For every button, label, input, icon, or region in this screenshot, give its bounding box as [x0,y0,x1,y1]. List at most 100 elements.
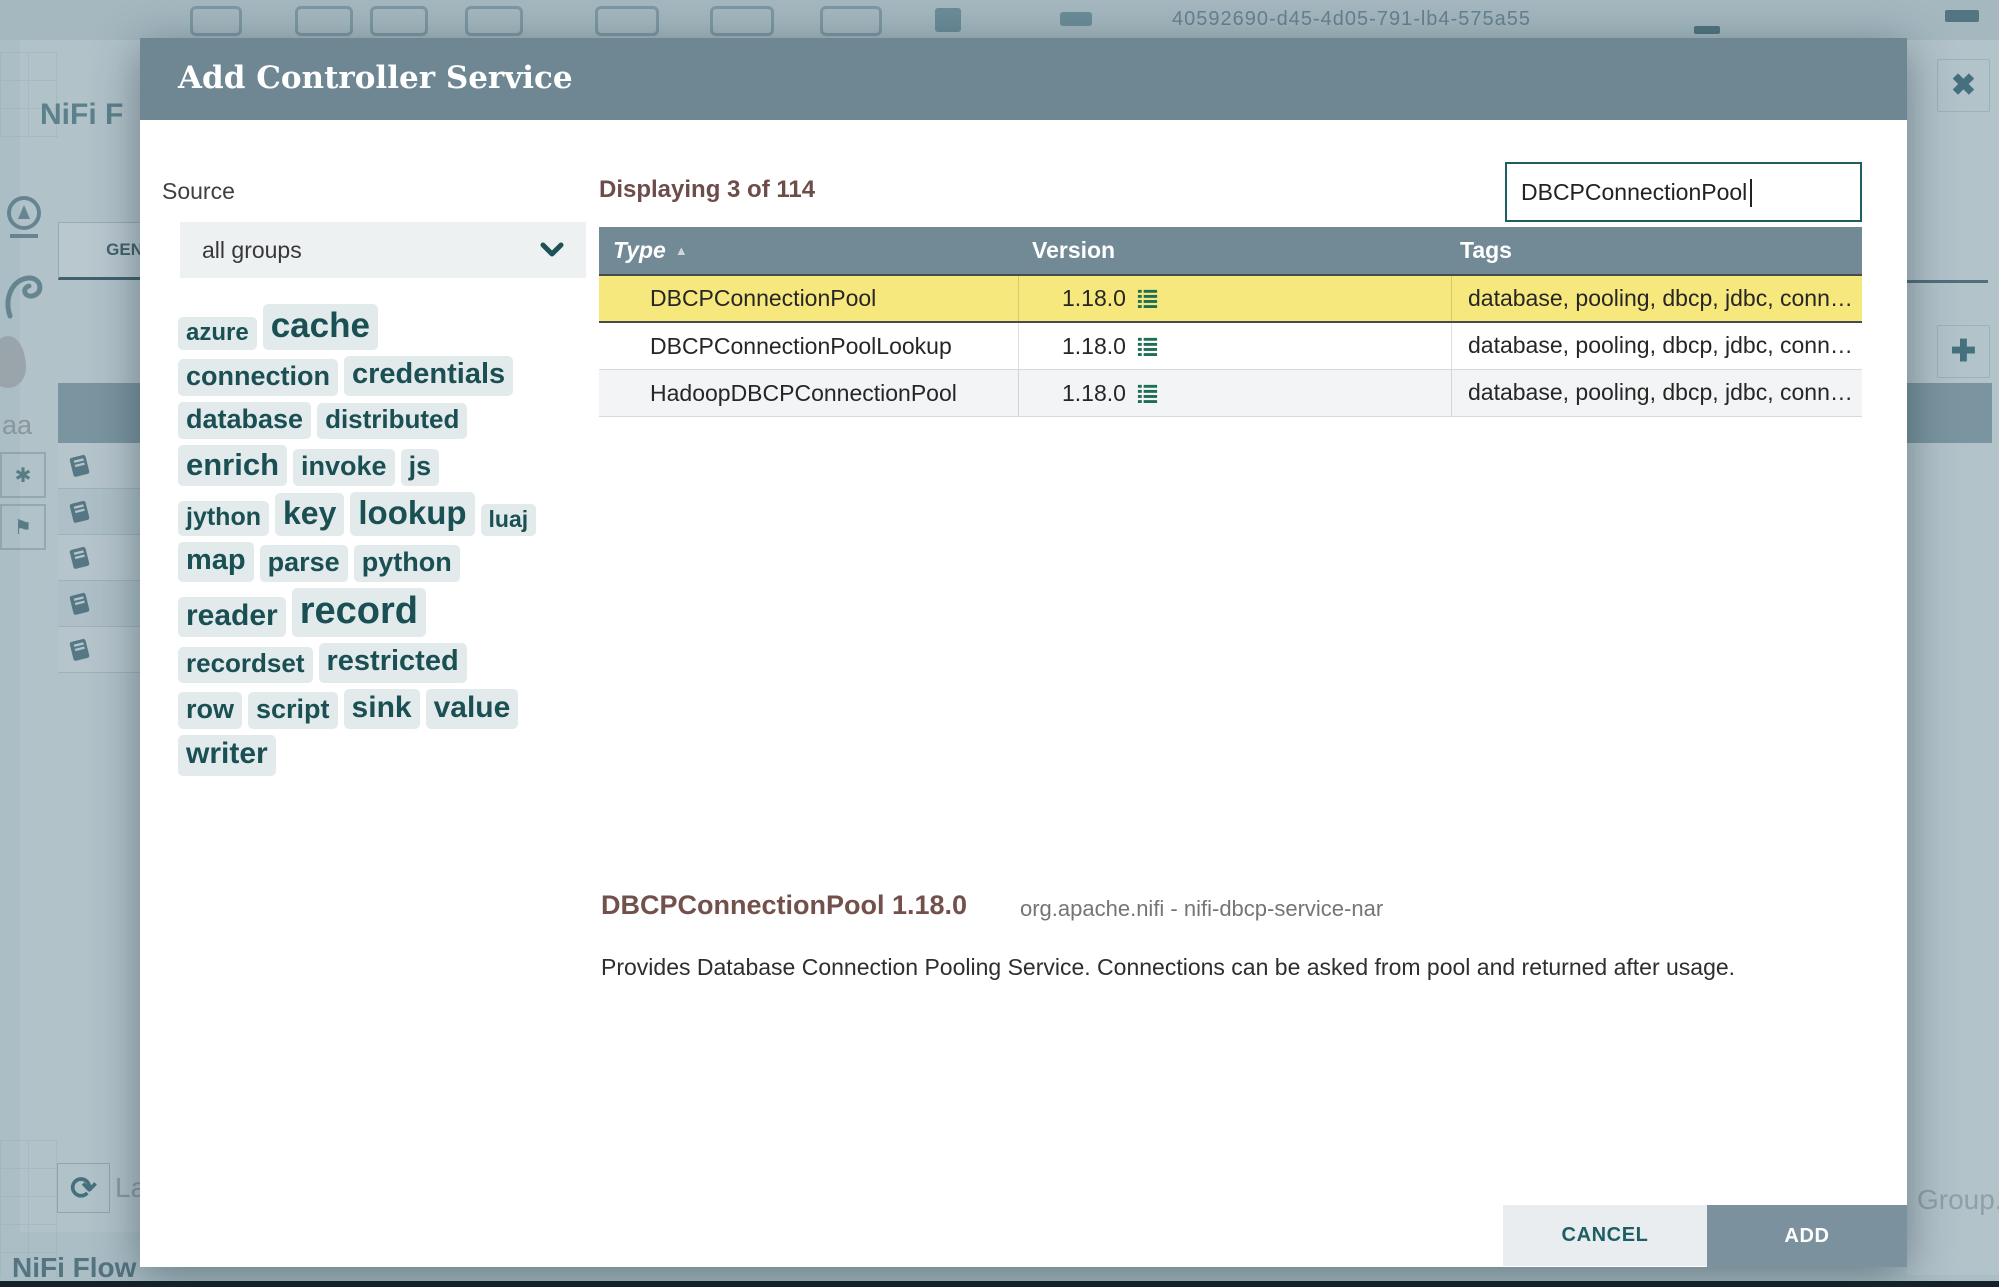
source-label: Source [162,178,235,204]
text-cursor [1750,179,1752,207]
tag-pill-value[interactable]: value [425,688,519,730]
tag-pill-jython[interactable]: jython [178,501,269,537]
zoom-fit-text: aa [2,410,33,440]
service-version-text: 1.18.0 [1062,285,1126,311]
background-add-service-icon: ✚ [1937,325,1990,378]
output-port-icon [370,6,428,36]
toolbar-shape [1060,12,1092,26]
refresh-icon: ⟳ [57,1163,110,1213]
service-version-text: 1.18.0 [1062,332,1126,359]
tag-pill-distributed[interactable]: distributed [317,402,468,439]
tag-pill-row[interactable]: row [178,692,243,730]
service-table-header: Type ▲ Version Tags [599,227,1862,274]
filter-types-input[interactable] [1521,164,1821,220]
background-service-row [58,627,140,673]
column-header-tags[interactable]: Tags [1452,227,1862,274]
service-type-cell: DBCPConnectionPool [599,276,1019,321]
background-service-row [58,581,140,627]
background-service-row [58,535,140,581]
remote-process-group-icon [595,6,659,36]
column-header-version[interactable]: Version [1019,227,1452,274]
cancel-button[interactable]: CANCEL [1503,1205,1707,1266]
tag-pill-reader[interactable]: reader [178,596,286,638]
tag-pill-js[interactable]: js [400,449,440,487]
service-tags-cell: database, pooling, dbcp, jdbc, connec… [1468,285,1862,311]
background-tab-underline [1907,280,1988,283]
column-header-type[interactable]: Type ▲ [599,227,1019,274]
dialog-title: Add Controller Service [178,60,573,96]
tag-pill-record[interactable]: record [291,587,427,638]
bottom-status-strip [0,1281,1999,1287]
tag-pill-parse[interactable]: parse [259,544,348,582]
version-details-icon [1137,337,1158,356]
breadcrumb: NiFi Flow [12,1252,137,1283]
tag-pill-recordset[interactable]: recordset [178,646,313,683]
tag-pill-map[interactable]: map [178,542,254,582]
tag-pill-invoke[interactable]: invoke [293,449,395,487]
color-picker-icon: ✱ [0,452,46,498]
flag-icon: ⚑ [0,504,46,550]
version-details-icon [1137,289,1158,308]
tag-pill-enrich[interactable]: enrich [178,444,288,487]
background-service-rows [58,443,140,673]
sort-ascending-icon: ▲ [674,243,688,258]
tag-pill-database[interactable]: database [178,401,312,439]
service-version-cell: 1.18.0 [1019,370,1452,416]
service-row-DBCPConnectionPoolLookup[interactable]: DBCPConnectionPoolLookup 1.18.0 database, … [599,323,1862,370]
label-icon [935,8,961,32]
toolbar-shape [1694,26,1720,34]
input-port-icon [295,6,353,36]
service-row-HadoopDBCPConnectionPool[interactable]: HadoopDBCPConnectionPool 1.18.0 database, … [599,370,1862,417]
selected-service-bundle: org.apache.nifi - nifi-dbcp-service-nar [1020,896,1384,921]
tag-pill-restricted[interactable]: restricted [318,643,467,683]
service-type-cell: HadoopDBCPConnectionPool [599,370,1019,416]
add-controller-service-dialog: Add Controller Service Source all groups… [140,38,1907,1267]
tag-pill-luaj[interactable]: luaj [480,503,537,537]
service-version-text: 1.18.0 [1062,379,1126,406]
tag-pill-credentials[interactable]: credentials [344,356,514,396]
background-service-row [58,443,140,489]
chevron-down-icon [540,242,564,257]
service-version-cell: 1.18.0 [1019,276,1452,321]
source-group-selected-value: all groups [202,236,302,263]
service-tags-cell: database, pooling, dbcp, jdbc, connec… [1468,379,1862,405]
background-table-header-right [1907,383,1992,443]
book-icon [69,638,90,661]
background-table-header-left [58,383,140,443]
navigate-compass-icon [7,196,41,238]
service-table-rows: DBCPConnectionPool 1.18.0 database, poolin… [599,274,1862,417]
tag-pill-azure[interactable]: azure [178,316,257,351]
tag-cloud: azure cache connection credentials database d… [178,304,538,782]
tag-pill-connection[interactable]: connection [178,358,339,396]
add-button[interactable]: ADD [1707,1205,1907,1267]
book-icon [69,592,90,615]
nifi-app: 40592690-d45-4d05-791-lb4-575a55 aa ✱ ⚑ … [0,0,1999,1287]
selected-service-description: Provides Database Connection Pooling Ser… [601,954,1736,980]
background-service-row [58,489,140,535]
book-icon [69,546,90,569]
tag-pill-lookup[interactable]: lookup [350,492,475,537]
book-icon [69,454,90,477]
tag-pill-writer[interactable]: writer [178,735,276,776]
tag-pill-python[interactable]: python [353,544,460,582]
background-group-text: Group. [1917,1184,1999,1215]
canvas-toolbar-strip: 40592690-d45-4d05-791-lb4-575a55 [0,0,1999,40]
toolbar-shape [1945,10,1979,22]
drag-hook-icon [5,275,43,319]
source-group-dropdown[interactable]: all groups [180,222,586,278]
dialog-header: Add Controller Service [140,38,1907,120]
tag-pill-script[interactable]: script [248,692,338,730]
tag-pill-sink[interactable]: sink [343,688,420,730]
displaying-count-text: Displaying 3 of 114 [599,176,816,203]
funnel-icon [710,6,774,36]
template-icon [820,6,882,36]
background-tab-general: GEN [58,222,150,280]
selected-service-title: DBCPConnectionPool 1.18.0 [601,890,968,920]
tag-pill-key[interactable]: key [275,493,345,537]
service-row-DBCPConnectionPool[interactable]: DBCPConnectionPool 1.18.0 database, poolin… [599,274,1862,323]
filter-types-field[interactable] [1505,162,1862,222]
component-uuid-text: 40592690-d45-4d05-791-lb4-575a55 [1172,8,1531,30]
background-dialog-panel-right [1907,40,1999,1275]
tag-pill-cache[interactable]: cache [262,304,378,351]
book-icon [69,500,90,523]
